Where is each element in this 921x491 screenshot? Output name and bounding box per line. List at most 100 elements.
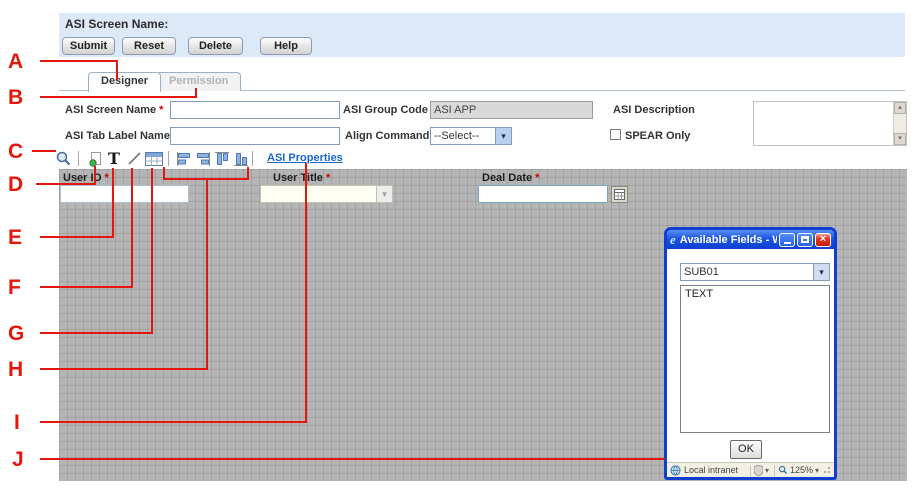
submit-button[interactable]: Submit <box>62 37 115 55</box>
tab-label-name-input[interactable] <box>170 127 340 145</box>
security-zone-text: Local intranet <box>684 465 747 475</box>
toolbar-separator <box>78 151 79 166</box>
annotation-line <box>247 167 249 179</box>
align-command-value: --Select-- <box>431 130 495 142</box>
required-marker: * <box>105 172 109 184</box>
annotation-line <box>112 168 114 238</box>
header-band <box>59 13 905 57</box>
annotation-letter-f: F <box>8 276 36 300</box>
align-command-label: Align Command <box>345 130 429 142</box>
toolbar-separator <box>252 151 253 166</box>
annotation-letter-b: B <box>8 86 36 110</box>
required-marker: * <box>326 172 330 184</box>
align-bottom-icon[interactable] <box>232 150 250 167</box>
tab-label-name-label: ASI Tab Label Name* <box>65 130 177 142</box>
text-tool-icon[interactable]: T <box>105 150 123 167</box>
annotation-line <box>305 163 307 423</box>
shield-icon <box>754 465 763 476</box>
description-textarea[interactable]: ▴ ▾ <box>753 101 907 146</box>
deal-date-label: Deal Date* <box>482 172 539 184</box>
annotation-letter-i: I <box>14 411 42 435</box>
annotation-letter-h: H <box>8 358 36 382</box>
annotation-line <box>40 332 153 334</box>
annotation-letter-c: C <box>8 140 36 164</box>
minimize-icon <box>784 242 791 244</box>
tab-permission[interactable]: Permission <box>156 72 241 91</box>
resize-grip[interactable] <box>823 466 831 474</box>
deal-date-input[interactable] <box>478 185 608 203</box>
list-item[interactable]: TEXT <box>681 286 829 302</box>
delete-button[interactable]: Delete <box>188 37 243 55</box>
screen-name-label: ASI Screen Name* <box>65 104 163 116</box>
chevron-down-icon[interactable]: ▾ <box>815 466 819 475</box>
help-button[interactable]: Help <box>260 37 312 55</box>
ok-button[interactable]: OK <box>730 440 762 459</box>
annotation-line <box>40 368 208 370</box>
scroll-up-button[interactable]: ▴ <box>894 102 906 114</box>
chevron-down-icon[interactable]: ▾ <box>495 128 511 144</box>
align-left-icon[interactable] <box>175 150 193 167</box>
statusbar-separator <box>774 465 775 476</box>
annotation-line <box>131 168 133 288</box>
description-label: ASI Description <box>613 104 695 116</box>
group-code-field <box>430 101 593 119</box>
annotation-line <box>116 60 118 80</box>
align-command-select[interactable]: --Select-- ▾ <box>430 127 512 145</box>
user-title-label: User Title* <box>273 172 330 184</box>
ie-logo-icon: e <box>670 232 676 248</box>
spear-only-checkbox[interactable] <box>610 129 621 140</box>
page-title: ASI Screen Name: <box>65 17 168 31</box>
annotation-letter-e: E <box>8 226 36 250</box>
line-tool-icon[interactable] <box>125 150 143 167</box>
annotation-line <box>151 168 153 334</box>
user-title-select[interactable]: ▾ <box>260 185 393 203</box>
chevron-down-icon[interactable]: ▾ <box>765 466 769 475</box>
chevron-down-icon[interactable]: ▾ <box>376 186 392 202</box>
annotation-line <box>206 179 208 370</box>
screenshot-root: { "colors": { "annotation_red": "#e3170d… <box>0 0 921 491</box>
annotation-line <box>163 167 165 179</box>
scroll-down-button[interactable]: ▾ <box>894 133 906 145</box>
screen-name-input[interactable] <box>170 101 340 119</box>
tab-designer[interactable]: Designer <box>88 72 161 92</box>
annotation-line <box>40 60 118 62</box>
annotation-line <box>40 458 665 460</box>
required-marker: * <box>535 172 539 184</box>
align-right-icon[interactable] <box>194 150 212 167</box>
search-icon[interactable] <box>54 150 72 167</box>
group-code-label: ASI Group Code <box>343 104 428 116</box>
chevron-down-icon[interactable]: ▾ <box>813 264 829 280</box>
align-top-icon[interactable] <box>213 150 231 167</box>
window-status-bar: Local intranet ▾ 125% ▾ <box>667 462 834 477</box>
maximize-button[interactable] <box>797 233 813 247</box>
annotation-line <box>163 178 249 180</box>
required-marker: * <box>159 104 163 116</box>
subfile-combobox-value: SUB01 <box>681 266 813 278</box>
add-field-icon[interactable] <box>86 150 104 167</box>
available-fields-list[interactable]: TEXT <box>680 285 830 433</box>
statusbar-separator <box>750 465 751 476</box>
annotation-letter-j: J <box>12 448 40 472</box>
annotation-line <box>40 421 307 423</box>
spear-only-label: SPEAR Only <box>625 130 690 142</box>
minimize-button[interactable] <box>779 233 795 247</box>
window-title-bar[interactable]: e Available Fields - Wind... × <box>667 230 834 249</box>
toolbar-separator <box>168 151 169 166</box>
close-button[interactable]: × <box>815 233 831 247</box>
annotation-line <box>40 286 133 288</box>
maximize-icon <box>801 236 809 243</box>
intranet-globe-icon <box>670 465 681 476</box>
zoom-icon <box>778 465 788 475</box>
annotation-line <box>40 96 197 98</box>
description-scrollbar[interactable]: ▴ ▾ <box>893 102 906 145</box>
calendar-icon[interactable] <box>611 186 628 203</box>
subfile-combobox[interactable]: SUB01 ▾ <box>680 263 830 281</box>
user-id-input[interactable] <box>60 185 189 203</box>
table-tool-icon[interactable] <box>145 150 163 167</box>
annotation-line <box>94 166 96 185</box>
zoom-level-text[interactable]: 125% <box>790 465 813 475</box>
annotation-letter-g: G <box>8 322 36 346</box>
annotation-line <box>40 236 114 238</box>
window-title: Available Fields - Wind... <box>680 234 777 246</box>
reset-button[interactable]: Reset <box>122 37 176 55</box>
